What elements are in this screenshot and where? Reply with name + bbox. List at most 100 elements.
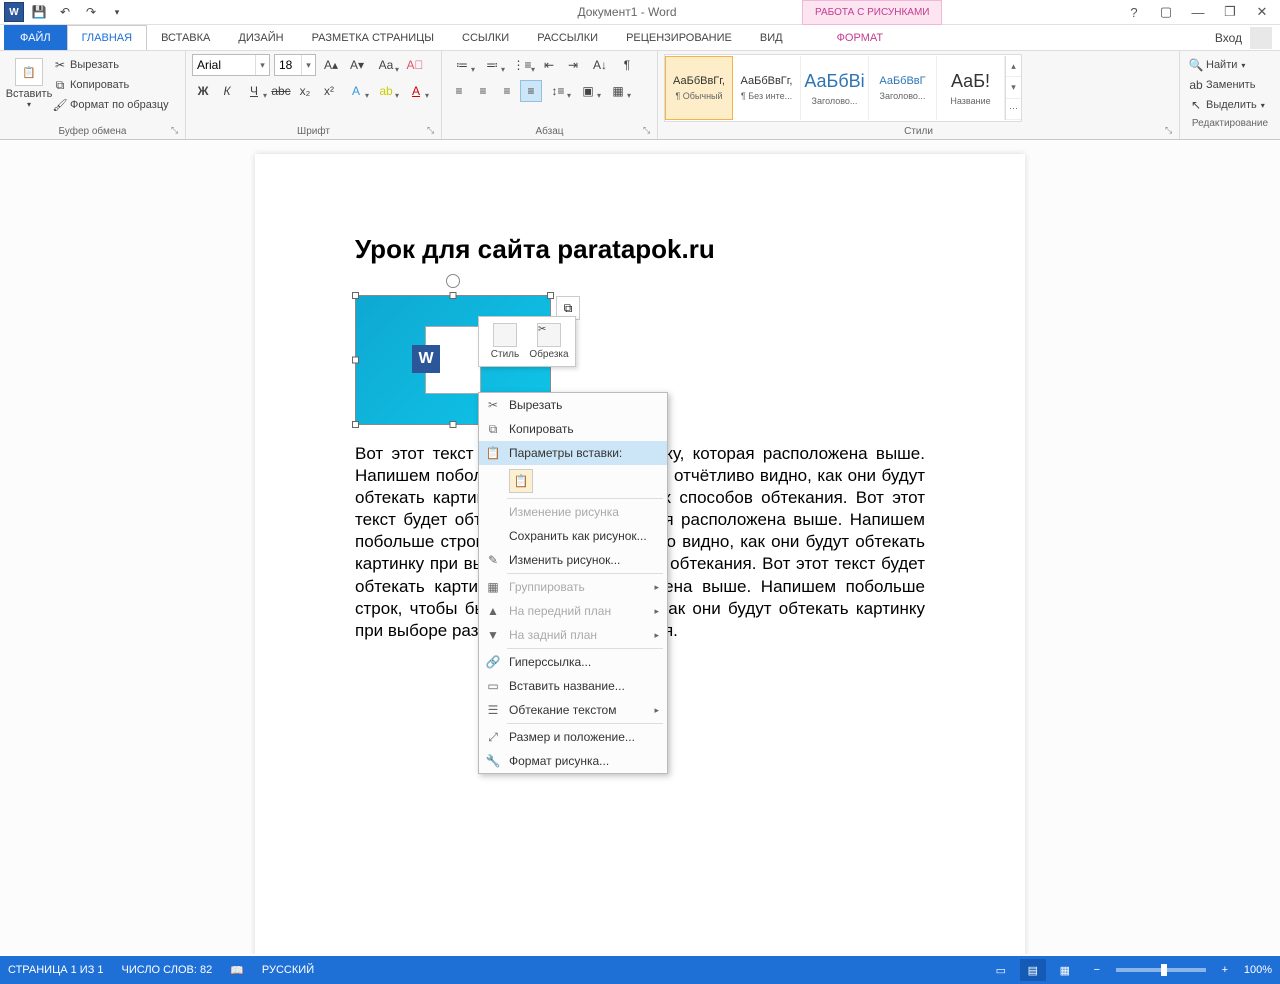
document-heading[interactable]: Урок для сайта paratapok.ru <box>355 234 925 265</box>
signin-link[interactable]: Вход <box>1215 31 1242 45</box>
resize-handle[interactable] <box>352 357 359 364</box>
gallery-more-icon[interactable]: ⋯ <box>1006 99 1021 120</box>
subscript-button[interactable]: x₂ <box>294 80 316 102</box>
highlight-icon[interactable]: ab▾ <box>372 80 400 102</box>
cm-save-as-picture[interactable]: Сохранить как рисунок... <box>479 524 667 548</box>
resize-handle[interactable] <box>352 292 359 299</box>
format-painter-button[interactable]: 🖌Формат по образцу <box>52 96 169 114</box>
cm-copy[interactable]: ⧉Копировать <box>479 417 667 441</box>
grow-font-icon[interactable]: A▴ <box>320 54 342 76</box>
superscript-button[interactable]: x² <box>318 80 340 102</box>
italic-button[interactable]: К <box>216 80 238 102</box>
clear-formatting-icon[interactable]: A⃠ <box>404 54 426 76</box>
cm-format-picture[interactable]: 🔧Формат рисунка... <box>479 749 667 773</box>
font-size-combo[interactable]: ▾ <box>274 54 316 76</box>
style-item[interactable]: АаБбВвГЗаголово... <box>869 56 937 120</box>
ribbon-display-icon[interactable]: ▢ <box>1154 1 1178 23</box>
cm-edit-picture[interactable]: ✎Изменить рисунок... <box>479 548 667 572</box>
style-item[interactable]: АаБ!Название <box>937 56 1005 120</box>
sort-icon[interactable]: A↓ <box>586 54 614 76</box>
user-avatar-icon[interactable] <box>1250 27 1272 49</box>
read-mode-icon[interactable]: ▭ <box>988 959 1014 981</box>
tab-view[interactable]: ВИД <box>746 25 797 50</box>
gallery-down-icon[interactable]: ▾ <box>1006 77 1021 98</box>
font-name-input[interactable] <box>193 55 255 75</box>
multilevel-icon[interactable]: ⋮≡▾ <box>508 54 536 76</box>
cm-cut[interactable]: ✂Вырезать <box>479 393 667 417</box>
zoom-slider[interactable] <box>1116 968 1206 972</box>
borders-icon[interactable]: ▦▾ <box>604 80 632 102</box>
styles-gallery[interactable]: АаБбВвГг,¶ ОбычныйАаБбВвГг,¶ Без инте...… <box>664 54 1022 122</box>
status-words[interactable]: ЧИСЛО СЛОВ: 82 <box>122 964 213 976</box>
picture-style-button[interactable]: Стиль <box>483 321 527 362</box>
justify-icon[interactable]: ≡ <box>520 80 542 102</box>
print-layout-icon[interactable]: ▤ <box>1020 959 1046 981</box>
select-button[interactable]: ↖Выделить▾ <box>1188 96 1272 114</box>
tab-file[interactable]: ФАЙЛ <box>4 25 67 50</box>
style-item[interactable]: АаБбВвГг,¶ Без инте... <box>733 56 801 120</box>
crop-button[interactable]: ✂Обрезка <box>527 321 571 362</box>
status-language[interactable]: РУССКИЙ <box>262 964 314 976</box>
qat-customize-icon[interactable]: ▾ <box>106 1 128 23</box>
clipboard-dialog-launcher[interactable]: ⤡ <box>171 125 183 137</box>
rotate-handle[interactable] <box>446 274 460 288</box>
decrease-indent-icon[interactable]: ⇤ <box>538 54 560 76</box>
paste-button[interactable]: 📋 Вставить ▾ <box>6 54 52 113</box>
maximize-icon[interactable]: ❐ <box>1218 1 1242 23</box>
paste-option-icon[interactable]: 📋 <box>509 469 533 493</box>
strikethrough-button[interactable]: abc <box>270 80 292 102</box>
resize-handle[interactable] <box>547 292 554 299</box>
tab-mailings[interactable]: РАССЫЛКИ <box>523 25 612 50</box>
tab-review[interactable]: РЕЦЕНЗИРОВАНИЕ <box>612 25 746 50</box>
font-color-icon[interactable]: A▾ <box>402 80 430 102</box>
tab-insert[interactable]: ВСТАВКА <box>147 25 224 50</box>
align-right-icon[interactable]: ≡ <box>496 80 518 102</box>
find-button[interactable]: 🔍Найти▾ <box>1188 56 1272 74</box>
help-icon[interactable]: ? <box>1122 1 1146 23</box>
styles-dialog-launcher[interactable]: ⤡ <box>1165 125 1177 137</box>
undo-icon[interactable]: ↶ <box>54 1 76 23</box>
replace-button[interactable]: abЗаменить <box>1188 76 1272 94</box>
align-center-icon[interactable]: ≡ <box>472 80 494 102</box>
numbering-icon[interactable]: ≕▾ <box>478 54 506 76</box>
increase-indent-icon[interactable]: ⇥ <box>562 54 584 76</box>
copy-button[interactable]: ⧉Копировать <box>52 76 169 94</box>
resize-handle[interactable] <box>450 421 457 428</box>
cm-size-position[interactable]: ⤢Размер и положение... <box>479 725 667 749</box>
line-spacing-icon[interactable]: ↕≡▾ <box>544 80 572 102</box>
redo-icon[interactable]: ↷ <box>80 1 102 23</box>
tab-design[interactable]: ДИЗАЙН <box>224 25 297 50</box>
font-size-input[interactable] <box>275 55 301 75</box>
font-name-combo[interactable]: ▾ <box>192 54 270 76</box>
cut-button[interactable]: ✂Вырезать <box>52 56 169 74</box>
gallery-up-icon[interactable]: ▴ <box>1006 56 1021 77</box>
tab-page-layout[interactable]: РАЗМЕТКА СТРАНИЦЫ <box>298 25 448 50</box>
paragraph-dialog-launcher[interactable]: ⤡ <box>643 125 655 137</box>
underline-button[interactable]: Ч▾ <box>240 80 268 102</box>
resize-handle[interactable] <box>352 421 359 428</box>
align-left-icon[interactable]: ≡ <box>448 80 470 102</box>
save-icon[interactable]: 💾 <box>28 1 50 23</box>
web-layout-icon[interactable]: ▦ <box>1052 959 1078 981</box>
shading-icon[interactable]: ▣▾ <box>574 80 602 102</box>
tab-home[interactable]: ГЛАВНАЯ <box>67 25 147 50</box>
text-effects-icon[interactable]: A▾ <box>342 80 370 102</box>
style-item[interactable]: АаБбВіЗаголово... <box>801 56 869 120</box>
bullets-icon[interactable]: ≔▾ <box>448 54 476 76</box>
resize-handle[interactable] <box>450 292 457 299</box>
change-case-icon[interactable]: Aa▾ <box>372 54 400 76</box>
minimize-icon[interactable]: — <box>1186 1 1210 23</box>
style-item[interactable]: АаБбВвГг,¶ Обычный <box>665 56 733 120</box>
bold-button[interactable]: Ж <box>192 80 214 102</box>
shrink-font-icon[interactable]: A▾ <box>346 54 368 76</box>
zoom-out-icon[interactable]: − <box>1084 959 1110 981</box>
cm-insert-caption[interactable]: ▭Вставить название... <box>479 674 667 698</box>
show-marks-icon[interactable]: ¶ <box>616 54 638 76</box>
cm-hyperlink[interactable]: 🔗Гиперссылка... <box>479 650 667 674</box>
tab-references[interactable]: ССЫЛКИ <box>448 25 523 50</box>
zoom-in-icon[interactable]: + <box>1212 959 1238 981</box>
cm-wrap-text[interactable]: ☰Обтекание текстом▸ <box>479 698 667 722</box>
zoom-level[interactable]: 100% <box>1244 964 1272 976</box>
close-icon[interactable]: ✕ <box>1250 1 1274 23</box>
tab-format[interactable]: ФОРМАТ <box>823 25 898 50</box>
